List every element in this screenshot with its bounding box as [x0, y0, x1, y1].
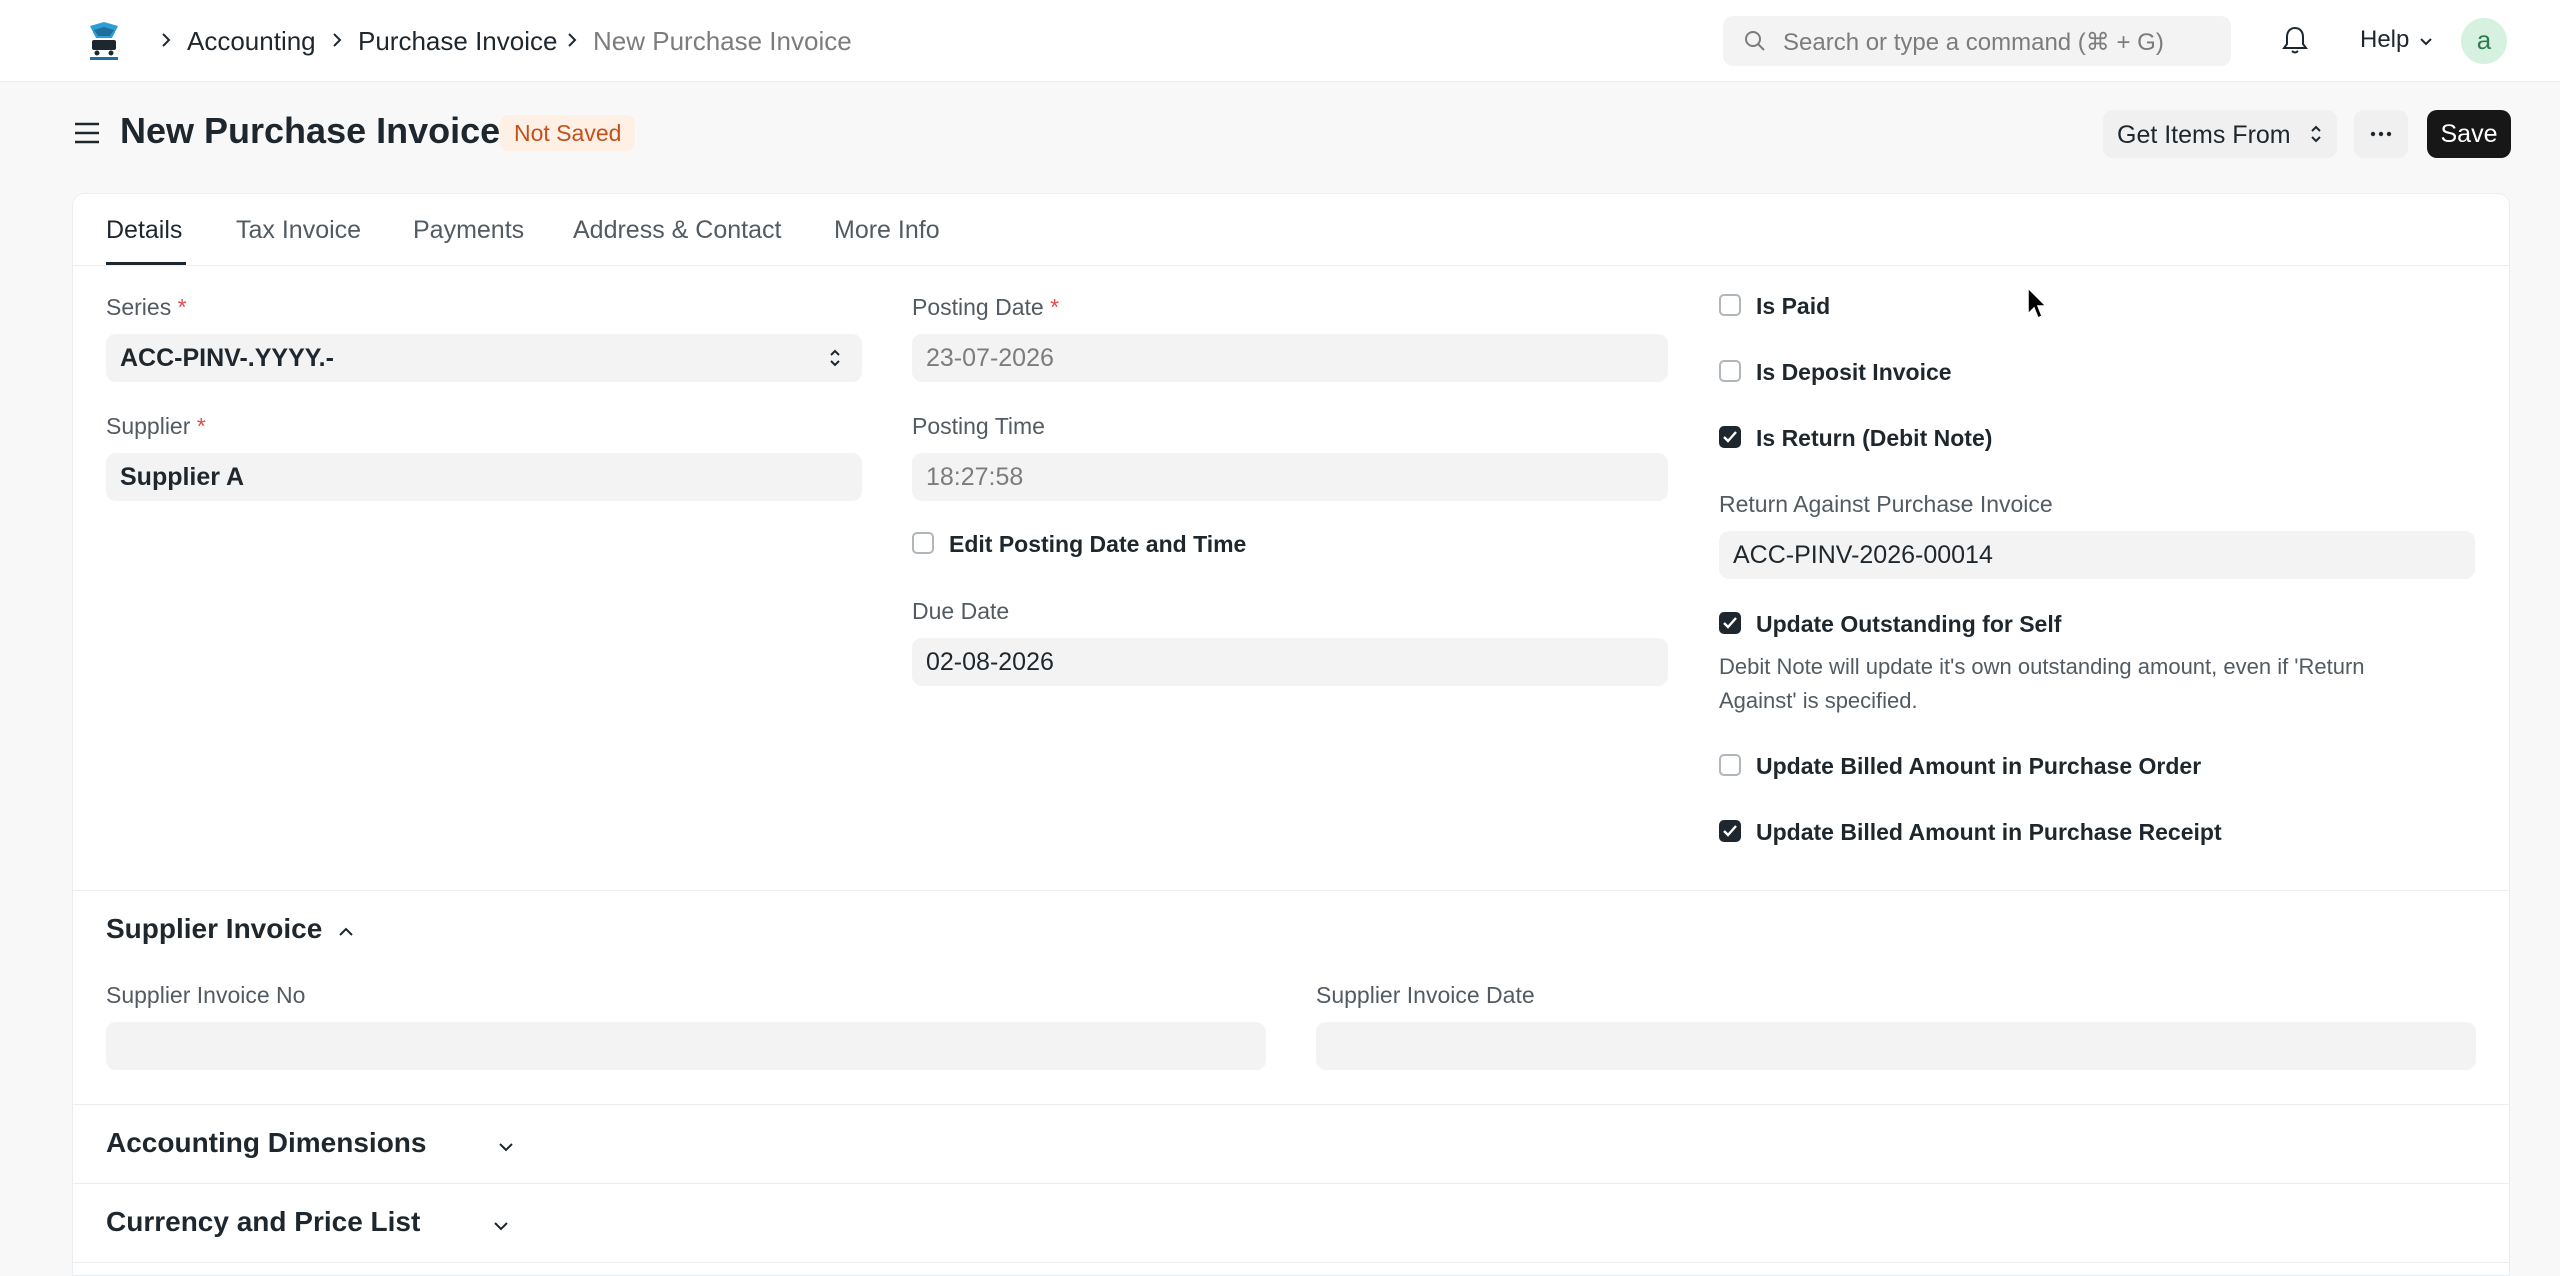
breadcrumb-purchase-invoice[interactable]: Purchase Invoice [358, 0, 557, 82]
supplier-invoice-section-title[interactable]: Supplier Invoice [106, 913, 322, 945]
active-tab-indicator [106, 262, 186, 265]
select-arrows-icon [830, 349, 840, 367]
posting-date-label: Posting Date * [912, 294, 1060, 320]
edit-posting-label[interactable]: Edit Posting Date and Time [949, 531, 1246, 558]
breadcrumb-chevron-icon [333, 33, 342, 47]
series-select[interactable]: ACC-PINV-.YYYY.- [106, 334, 862, 382]
get-items-from-label: Get Items From [2117, 121, 2291, 149]
supplier-invoice-no-label: Supplier Invoice No [106, 982, 306, 1008]
return-against-field[interactable]: ACC-PINV-2026-00014 [1719, 531, 2475, 579]
is-paid-checkbox[interactable] [1719, 294, 1741, 316]
breadcrumb-current: New Purchase Invoice [593, 25, 852, 56]
update-outstanding-label[interactable]: Update Outstanding for Self [1756, 611, 2061, 638]
tab-address-contact[interactable]: Address & Contact [573, 216, 781, 245]
help-menu[interactable]: Help [2360, 26, 2409, 54]
is-deposit-label[interactable]: Is Deposit Invoice [1756, 359, 1952, 386]
section-divider [73, 890, 2509, 891]
section-divider [73, 1104, 2509, 1105]
supplier-field[interactable]: Supplier A [106, 453, 862, 501]
currency-price-list-section-title[interactable]: Currency and Price List [106, 1206, 420, 1238]
navbar: Accounting Purchase Invoice New Purchase… [0, 0, 2560, 82]
avatar[interactable]: a [2461, 18, 2507, 64]
due-date-field[interactable]: 02-08-2026 [912, 638, 1668, 686]
tab-payments[interactable]: Payments [413, 216, 524, 245]
update-billed-po-label[interactable]: Update Billed Amount in Purchase Order [1756, 753, 2201, 780]
check-icon [1723, 431, 1737, 443]
chevron-down-icon[interactable] [489, 1214, 513, 1238]
posting-time-field[interactable]: 18:27:58 [912, 453, 1668, 501]
search-placeholder: Search or type a command (⌘ + G) [1783, 29, 2164, 56]
chevron-down-icon[interactable] [494, 1135, 518, 1159]
form-card: Details Tax Invoice Payments Address & C… [72, 193, 2510, 1276]
is-return-label[interactable]: Is Return (Debit Note) [1756, 425, 1992, 452]
update-billed-pr-checkbox[interactable] [1719, 820, 1741, 842]
tab-details[interactable]: Details [106, 216, 182, 245]
save-button[interactable]: Save [2427, 110, 2511, 158]
section-divider [73, 1262, 2509, 1263]
check-icon [1723, 617, 1737, 629]
update-outstanding-checkbox[interactable] [1719, 612, 1741, 634]
get-items-from-button[interactable]: Get Items From [2103, 110, 2337, 158]
chevron-up-icon[interactable] [334, 920, 358, 944]
breadcrumb-chevron-icon [568, 33, 577, 47]
update-outstanding-description: Debit Note will update it's own outstand… [1719, 654, 2365, 713]
series-value: ACC-PINV-.YYYY.- [120, 344, 334, 372]
supplier-invoice-date-label: Supplier Invoice Date [1316, 982, 1535, 1008]
tab-tax-invoice[interactable]: Tax Invoice [236, 216, 361, 245]
edit-posting-checkbox[interactable] [912, 532, 934, 554]
is-paid-label[interactable]: Is Paid [1756, 293, 1830, 320]
is-deposit-checkbox[interactable] [1719, 360, 1741, 382]
posting-date-field[interactable]: 23-07-2026 [912, 334, 1668, 382]
mouse-cursor-icon [2027, 286, 2048, 320]
more-actions-button[interactable] [2354, 110, 2408, 158]
search-input[interactable]: Search or type a command (⌘ + G) [1723, 16, 2231, 66]
page-title: New Purchase Invoice [120, 110, 501, 151]
select-arrows-icon [2311, 125, 2321, 143]
check-icon [1723, 825, 1737, 837]
supplier-invoice-no-field[interactable] [106, 1022, 1266, 1070]
supplier-label: Supplier * [106, 413, 206, 439]
due-date-label: Due Date [912, 598, 1010, 624]
supplier-invoice-date-field[interactable] [1316, 1022, 2476, 1070]
sidebar-toggle-icon[interactable] [72, 118, 102, 148]
breadcrumb-accounting[interactable]: Accounting [187, 0, 316, 82]
return-against-label: Return Against Purchase Invoice [1719, 491, 2053, 517]
accounting-dimensions-section-title[interactable]: Accounting Dimensions [106, 1127, 426, 1159]
series-label: Series * [106, 294, 187, 320]
update-billed-po-checkbox[interactable] [1719, 754, 1741, 776]
update-billed-pr-label[interactable]: Update Billed Amount in Purchase Receipt [1756, 819, 2222, 846]
is-return-checkbox[interactable] [1719, 426, 1741, 448]
status-badge: Not Saved [500, 115, 636, 151]
breadcrumb-chevron-icon [162, 33, 171, 47]
chevron-down-icon[interactable] [2417, 33, 2435, 51]
app-logo[interactable] [82, 18, 126, 62]
ellipsis-icon [2370, 131, 2392, 137]
tab-more-info[interactable]: More Info [834, 216, 940, 245]
section-divider [73, 1183, 2509, 1184]
form-tabs: Details Tax Invoice Payments Address & C… [73, 194, 2509, 266]
posting-time-label: Posting Time [912, 413, 1045, 439]
notification-bell-icon[interactable] [2280, 24, 2310, 56]
search-icon [1745, 31, 1765, 51]
